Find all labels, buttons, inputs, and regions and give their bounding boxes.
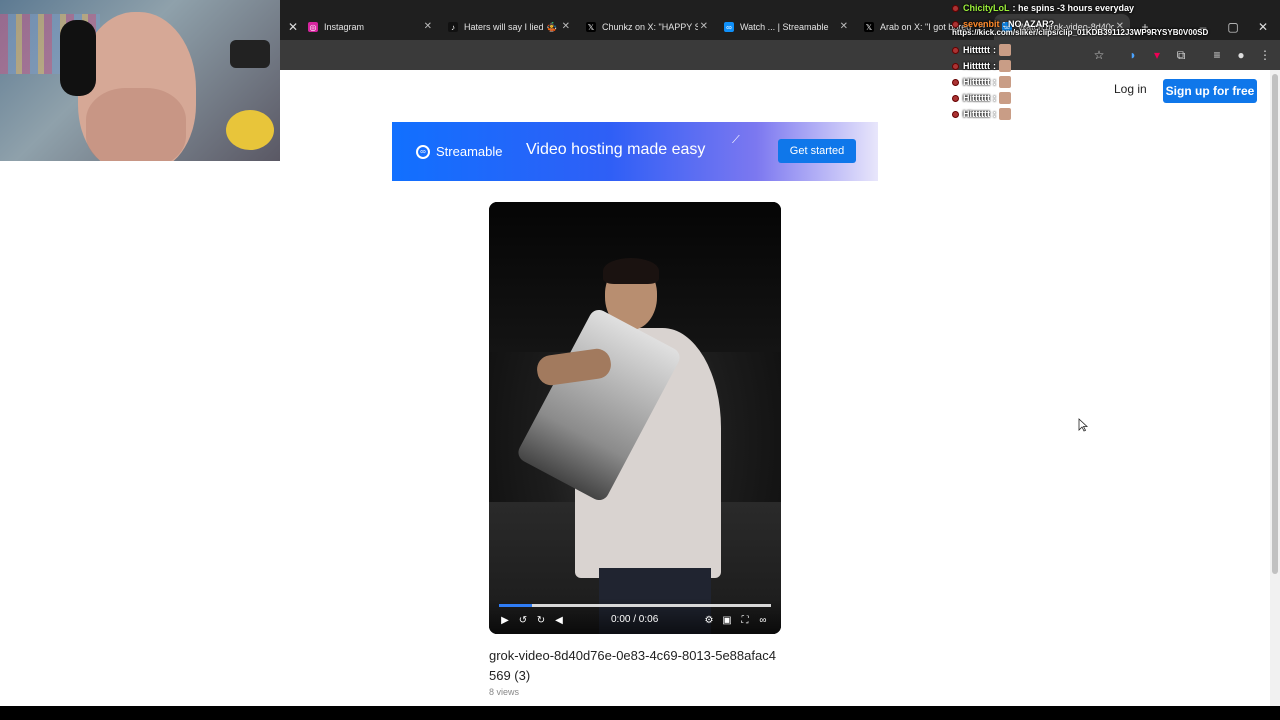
chat-username: Hitttttt	[963, 61, 990, 71]
chat-text: :	[992, 77, 996, 87]
chat-text: :	[992, 61, 996, 71]
webcam-plush-toy	[226, 110, 274, 150]
chat-badge-icon	[952, 110, 959, 118]
chat-emote-icon	[998, 44, 1011, 56]
tab-title: Haters will say I lied 🤹 😂	[464, 21, 560, 32]
volume-icon[interactable]: ◀	[553, 615, 565, 627]
tab-title: Chunkz on X: "HAPPY SO	[602, 22, 698, 32]
chat-message: Hitttttt:	[952, 74, 1272, 90]
streamable-logo-icon: ∞	[416, 144, 430, 159]
video-title: grok-video-8d40d76e-0e83-4c69-8013-5e88a…	[489, 648, 776, 683]
mouse-cursor-icon	[1078, 418, 1088, 432]
chat-badge-icon	[952, 78, 959, 86]
tab-instagram[interactable]: ◎ Instagram ✕	[300, 14, 438, 40]
webcam-headset	[60, 20, 96, 96]
bottom-bar	[0, 706, 1280, 720]
chat-emote-icon	[998, 60, 1011, 72]
chat-badge-icon	[952, 62, 959, 70]
rewind-icon[interactable]: ↺	[517, 615, 529, 627]
video-views: 8 views	[489, 687, 520, 697]
chat-username: ChicityLoL	[963, 3, 1010, 13]
x-icon: 𝕏	[864, 22, 874, 32]
chat-message: ChicityLoL: he spins -3 hours everyday	[952, 0, 1272, 16]
fullscreen-icon[interactable]: ⛶	[739, 615, 751, 627]
video-subject-hair	[603, 258, 659, 284]
settings-gear-icon[interactable]: ⚙	[703, 615, 715, 627]
forward-icon[interactable]: ↻	[535, 615, 547, 627]
chat-message: Hitttttt:	[952, 90, 1272, 106]
streamable-page: Log in Sign up for free ∞ Streamable Vid…	[0, 70, 1270, 706]
webcam-streamer-face-shade	[86, 88, 186, 161]
chat-badge-icon	[952, 94, 959, 102]
chat-username: Hitttttt	[963, 109, 990, 119]
chat-emote-icon	[998, 92, 1011, 104]
chat-username: Hitttttt	[963, 45, 990, 55]
streamable-logo: ∞ Streamable	[416, 144, 502, 159]
chat-username: Hitttttt	[963, 93, 990, 103]
video-controls: ▶ ↺ ↻ ◀ 0:00 / 0:06 ⚙ ▣ ⛶ ∞	[489, 598, 781, 634]
close-tab-icon[interactable]: ✕	[424, 21, 432, 32]
chat-message: Hitttttt:	[952, 106, 1272, 122]
tiktok-icon: ♪	[448, 22, 458, 32]
banner-brand: Streamable	[436, 144, 503, 159]
chat-overlay: ChicityLoL: he spins -3 hours everyday se…	[952, 0, 1272, 122]
pip-icon[interactable]: ▣	[721, 615, 733, 627]
chat-text: :	[992, 109, 996, 119]
chat-message: Hitttttt:	[952, 42, 1272, 58]
video-player[interactable]: ▶ ↺ ↻ ◀ 0:00 / 0:06 ⚙ ▣ ⛶ ∞	[489, 202, 781, 634]
chat-emote-icon	[998, 108, 1011, 120]
chat-badge-icon	[952, 46, 959, 54]
sparkle-icon: ⟋	[732, 134, 740, 146]
tab-tiktok[interactable]: ♪ Haters will say I lied 🤹 😂 ✕	[440, 14, 576, 40]
video-progress-bar[interactable]	[499, 604, 771, 607]
close-tab-icon[interactable]: ✕	[562, 21, 570, 32]
clip-url: https://kick.com/sliker/clips/clip_01KDB…	[952, 28, 1209, 37]
chat-text: : he spins -3 hours everyday	[1012, 3, 1135, 13]
chat-badge-icon	[952, 4, 959, 12]
streamable-logo-icon[interactable]: ∞	[757, 615, 769, 627]
tab-x-chunkz[interactable]: 𝕏 Chunkz on X: "HAPPY SO ✕	[578, 14, 714, 40]
streamable-icon: ∞	[724, 22, 734, 32]
webcam-microphone	[230, 40, 270, 68]
close-tab-icon[interactable]: ✕	[286, 20, 300, 34]
chat-emote-icon	[998, 76, 1011, 88]
tab-title: Watch ... | Streamable	[740, 22, 829, 32]
tab-title: Instagram	[324, 22, 365, 32]
video-progress-fill	[499, 604, 532, 607]
banner-tagline: Video hosting made easy	[526, 141, 706, 158]
video-time: 0:00 / 0:06	[611, 614, 659, 625]
chat-message: Hitttttt:	[952, 58, 1272, 74]
close-tab-icon[interactable]: ✕	[840, 21, 848, 32]
close-tab-icon[interactable]: ✕	[700, 21, 708, 32]
instagram-icon: ◎	[308, 22, 318, 32]
page-scrollbar[interactable]	[1270, 70, 1280, 706]
chat-text: :	[992, 45, 996, 55]
promo-banner[interactable]: ∞ Streamable Video hosting made easy ⟋ G…	[392, 122, 878, 181]
scrollbar-thumb[interactable]	[1272, 74, 1278, 574]
tab-streamable[interactable]: ∞ Watch ... | Streamable ✕	[716, 14, 854, 40]
chat-text: :	[992, 93, 996, 103]
get-started-button[interactable]: Get started	[778, 139, 856, 163]
x-icon: 𝕏	[586, 22, 596, 32]
webcam-overlay	[0, 0, 280, 161]
play-icon[interactable]: ▶	[499, 615, 511, 627]
chat-badge-icon	[952, 20, 959, 28]
chat-username: Hitttttt	[963, 77, 990, 87]
